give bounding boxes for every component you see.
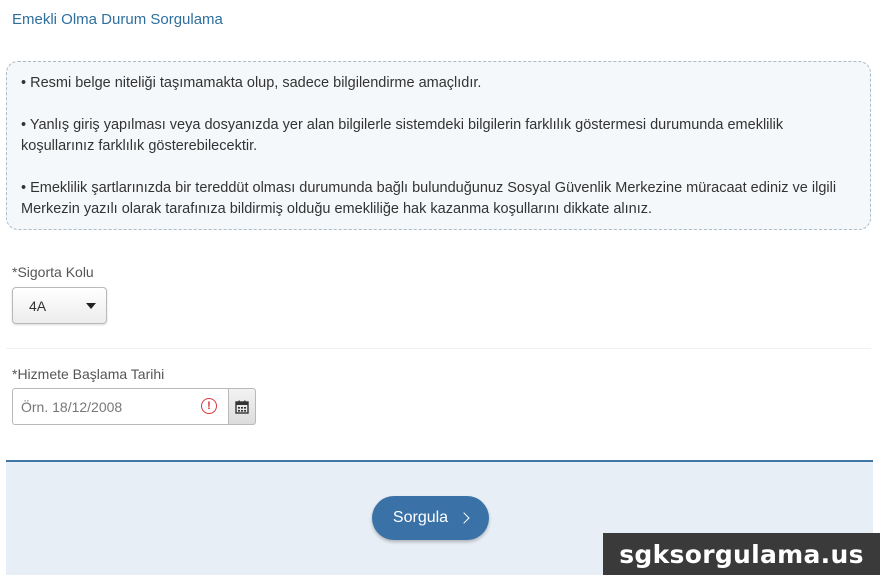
date-field-group: !	[12, 388, 256, 425]
chevron-right-icon	[458, 512, 470, 524]
info-item: • Resmi belge niteliği taşımamakta olup,…	[21, 75, 482, 91]
info-item: • Yanlış giriş yapılması veya dosyanızda…	[21, 117, 784, 154]
hizmet-baslama-tarihi-input[interactable]	[12, 388, 228, 425]
sorgula-button-label: Sorgula	[392, 509, 449, 526]
calendar-button[interactable]	[228, 388, 256, 425]
sorgula-button[interactable]: Sorgula	[372, 496, 489, 540]
info-box: • Resmi belge niteliği taşımamakta olup,…	[6, 61, 871, 230]
sigorta-kolu-label: *Sigorta Kolu	[12, 264, 94, 280]
watermark: sgksorgulama.us	[603, 533, 880, 575]
caret-down-icon	[86, 302, 96, 309]
warning-circle-icon: !	[201, 398, 217, 414]
calendar-icon	[235, 400, 249, 414]
sigorta-kolu-value: 4A	[29, 297, 47, 314]
info-item: • Emeklilik şartlarınızda bir tereddüt o…	[21, 180, 837, 217]
hizmet-baslama-label: *Hizmete Başlama Tarihi	[12, 366, 165, 382]
page-title: Emekli Olma Durum Sorgulama	[12, 11, 223, 28]
sigorta-kolu-select[interactable]: 4A	[12, 287, 107, 324]
divider	[6, 348, 871, 349]
